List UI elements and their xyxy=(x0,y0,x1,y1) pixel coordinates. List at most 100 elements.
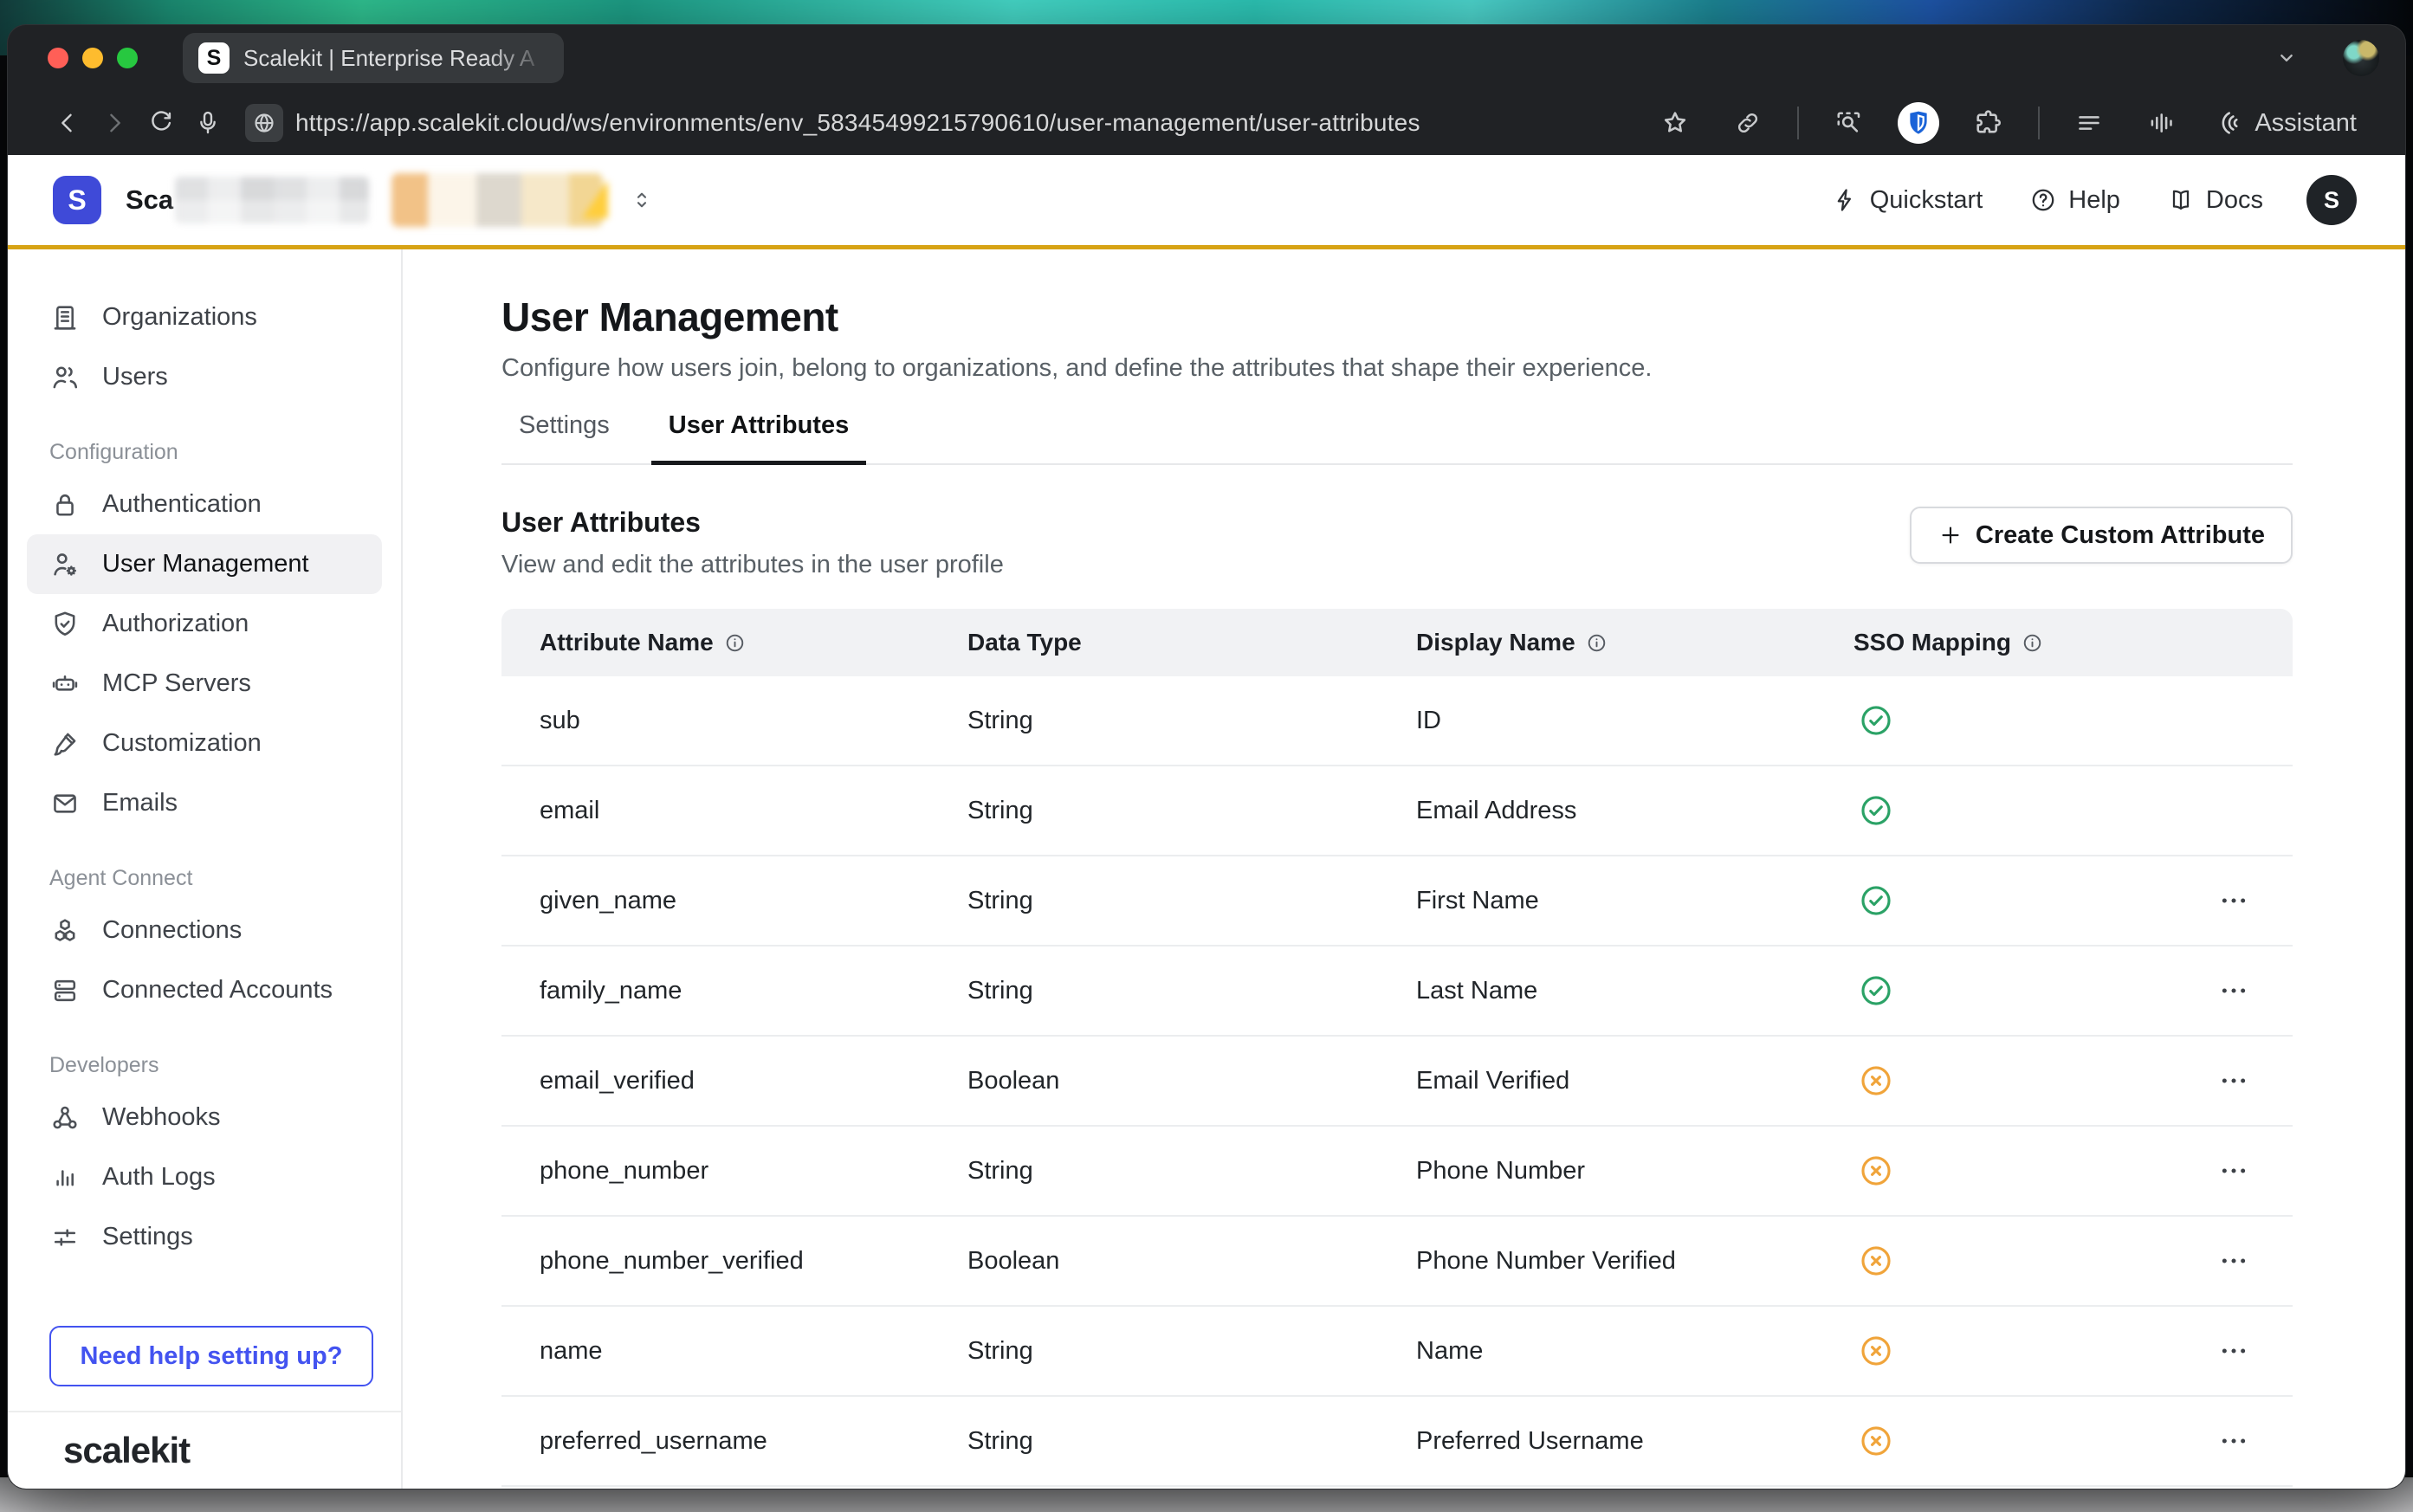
data-type-cell: String xyxy=(967,1427,1416,1456)
browser-titlebar: S Scalekit | Enterprise Ready A xyxy=(8,25,2405,91)
column-header-label: Display Name xyxy=(1416,629,1575,656)
sso-unmapped-x-icon xyxy=(1857,1332,1895,1370)
attribute-row-name[interactable]: nameStringName xyxy=(501,1307,2293,1397)
site-globe-icon[interactable] xyxy=(245,104,283,142)
user-avatar[interactable]: S xyxy=(2306,175,2357,225)
sidebar-section-label: Agent Connect xyxy=(27,856,382,901)
assistant-button[interactable]: Assistant xyxy=(2211,107,2357,139)
tab-overview-chevron-icon[interactable] xyxy=(2272,43,2301,73)
sidebar-item-emails[interactable]: Emails xyxy=(27,773,382,833)
environment-switcher-chevron-icon[interactable] xyxy=(629,187,655,213)
page-title: User Management xyxy=(501,293,2293,341)
header-nav-quickstart[interactable]: Quickstart xyxy=(1831,186,1983,215)
attribute-row-phone_number_verified[interactable]: phone_number_verifiedBooleanPhone Number… xyxy=(501,1217,2293,1307)
browser-profile-avatar[interactable] xyxy=(2343,40,2379,76)
sidebar-item-label: Connections xyxy=(102,916,242,945)
info-icon[interactable] xyxy=(723,631,747,655)
voice-waveform-icon[interactable] xyxy=(2138,100,2185,146)
sso-mapping-cell xyxy=(1853,701,2251,740)
attribute-row-email[interactable]: emailStringEmail Address xyxy=(501,766,2293,856)
row-actions-menu-button[interactable] xyxy=(2216,1334,2251,1368)
copy-link-icon[interactable] xyxy=(1724,100,1771,146)
row-actions-menu-button[interactable] xyxy=(2216,1244,2251,1278)
back-button[interactable] xyxy=(44,100,91,146)
info-icon[interactable] xyxy=(1585,631,1608,655)
microphone-button[interactable] xyxy=(184,100,231,146)
sidebar-item-authentication[interactable]: Authentication xyxy=(27,475,382,534)
sso-unmapped-x-icon xyxy=(1857,1062,1895,1100)
password-manager-shield-icon[interactable] xyxy=(1898,102,1939,144)
sidebar-item-authorization[interactable]: Authorization xyxy=(27,594,382,654)
reload-icon xyxy=(146,108,176,138)
attribute-cell: family_name xyxy=(540,977,967,1005)
dots-icon xyxy=(2216,1424,2251,1458)
address-bar[interactable]: https://app.scalekit.cloud/ws/environmen… xyxy=(295,109,1420,137)
link-icon xyxy=(1733,108,1763,138)
row-actions-menu-button[interactable] xyxy=(2216,1424,2251,1458)
header-nav-label: Docs xyxy=(2206,186,2263,215)
main-content: User Management Configure how users join… xyxy=(403,249,2405,1489)
attribute-row-given_name[interactable]: given_nameStringFirst Name xyxy=(501,856,2293,947)
attribute-row-email_verified[interactable]: email_verifiedBooleanEmail Verified xyxy=(501,1037,2293,1127)
sso-mapping-cell xyxy=(1853,1332,2251,1370)
window-close-button[interactable] xyxy=(48,48,68,68)
window-zoom-button[interactable] xyxy=(117,48,138,68)
header-nav-docs[interactable]: Docs xyxy=(2167,186,2263,215)
reading-list-icon[interactable] xyxy=(2066,100,2112,146)
attribute-row-phone_number[interactable]: phone_numberStringPhone Number xyxy=(501,1127,2293,1217)
sidebar-item-webhooks[interactable]: Webhooks xyxy=(27,1088,382,1147)
sidebar-item-organizations[interactable]: Organizations xyxy=(27,288,382,347)
tab-settings[interactable]: Settings xyxy=(501,410,627,465)
browser-tab[interactable]: S Scalekit | Enterprise Ready A xyxy=(183,33,564,83)
tab-favicon: S xyxy=(198,42,230,74)
sidebar-item-mcp-servers[interactable]: MCP Servers xyxy=(27,654,382,714)
sidebar-item-connections[interactable]: Connections xyxy=(27,901,382,960)
row-actions-menu-button[interactable] xyxy=(2216,1153,2251,1188)
sidebar-item-label: Settings xyxy=(102,1223,193,1251)
sso-mapped-check-icon xyxy=(1857,792,1895,830)
need-help-button[interactable]: Need help setting up? xyxy=(49,1326,373,1386)
sso-mapping-cell xyxy=(1853,792,2251,830)
select-search-icon[interactable] xyxy=(1825,100,1872,146)
sidebar-item-connected-accounts[interactable]: Connected Accounts xyxy=(27,960,382,1020)
extensions-puzzle-icon[interactable] xyxy=(1965,100,2012,146)
table-header-row: Attribute NameData TypeDisplay NameSSO M… xyxy=(501,609,2293,676)
bookmark-star-icon[interactable] xyxy=(1652,100,1698,146)
sidebar-item-user-management[interactable]: User Management xyxy=(27,534,382,594)
sidebar-item-users[interactable]: Users xyxy=(27,347,382,407)
sidebar-section-label: Developers xyxy=(27,1043,382,1088)
create-custom-attribute-button[interactable]: Create Custom Attribute xyxy=(1910,507,2293,564)
section-title: User Attributes xyxy=(501,507,1004,538)
data-type-cell: String xyxy=(967,797,1416,825)
sso-unmapped-x-icon xyxy=(1857,1422,1895,1460)
attribute-row-sub[interactable]: subStringID xyxy=(501,676,2293,766)
attribute-cell: phone_number_verified xyxy=(540,1247,967,1276)
data-type-cell: String xyxy=(967,707,1416,735)
row-actions-menu-button[interactable] xyxy=(2216,1063,2251,1098)
sidebar-item-auth-logs[interactable]: Auth Logs xyxy=(27,1147,382,1207)
sidebar-item-label: Authentication xyxy=(102,490,262,519)
dots-icon xyxy=(2216,973,2251,1008)
forward-button[interactable] xyxy=(91,100,138,146)
sidebar-item-label: MCP Servers xyxy=(102,669,251,698)
attribute-row-preferred_username[interactable]: preferred_usernameStringPreferred Userna… xyxy=(501,1397,2293,1487)
tab-user-attributes[interactable]: User Attributes xyxy=(651,410,866,465)
info-icon[interactable] xyxy=(2021,631,2044,655)
column-header-display-name: Display Name xyxy=(1416,629,1853,656)
row-actions-menu-button[interactable] xyxy=(2216,883,2251,918)
row-actions-menu-button[interactable] xyxy=(2216,973,2251,1008)
attribute-row-family_name[interactable]: family_nameStringLast Name xyxy=(501,947,2293,1037)
data-type-cell: String xyxy=(967,887,1416,915)
reload-button[interactable] xyxy=(138,100,184,146)
sidebar-item-customization[interactable]: Customization xyxy=(27,714,382,773)
toolbar-divider xyxy=(2038,107,2040,139)
attribute-cell: sub xyxy=(540,707,967,735)
sidebar-item-label: Auth Logs xyxy=(102,1163,216,1192)
window-minimize-button[interactable] xyxy=(82,48,103,68)
header-nav-label: Quickstart xyxy=(1870,186,1983,215)
display-name-cell: ID xyxy=(1416,707,1853,735)
data-type-cell: Boolean xyxy=(967,1067,1416,1095)
brush-icon xyxy=(49,728,81,759)
sidebar-item-settings[interactable]: Settings xyxy=(27,1207,382,1267)
header-nav-help[interactable]: Help xyxy=(2029,186,2120,215)
